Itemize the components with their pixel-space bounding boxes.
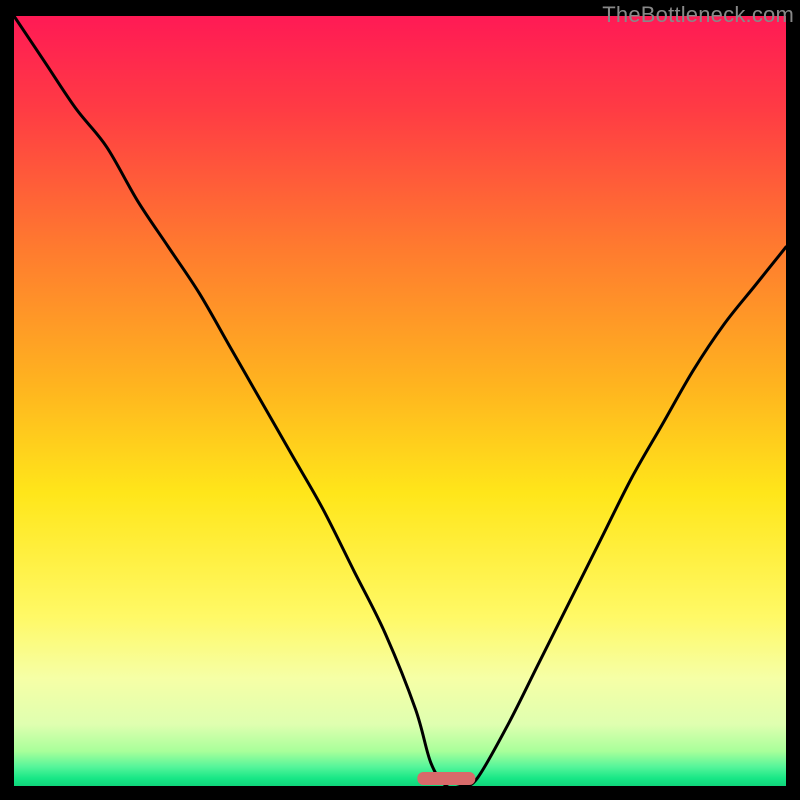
bottleneck-chart [14,16,786,786]
chart-frame [14,16,786,786]
optimal-range-marker [417,772,475,785]
watermark-text: TheBottleneck.com [602,2,794,28]
